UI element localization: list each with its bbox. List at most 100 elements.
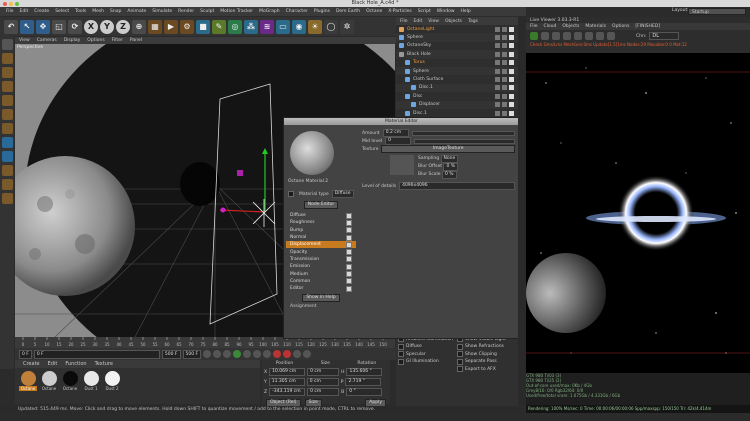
menu-item-motion-tracker[interactable]: Motion Tracker <box>220 9 253 14</box>
close-window-button[interactable] <box>3 1 7 6</box>
channel-displacement[interactable]: Displacement <box>286 241 356 249</box>
lock-icon[interactable] <box>585 32 593 40</box>
position-field[interactable]: -343.119 cm <box>269 388 306 396</box>
amount-field[interactable]: 0.2 cm <box>382 129 409 137</box>
array-icon[interactable]: ⁂ <box>244 19 258 34</box>
live-viewer-menu-file[interactable]: File <box>530 24 538 29</box>
region-icon[interactable] <box>596 32 604 40</box>
pick-focus-icon[interactable] <box>607 32 615 40</box>
object-row[interactable]: Disc <box>396 92 518 100</box>
channel-editor[interactable]: Editor <box>286 285 356 292</box>
size-field[interactable]: 0 cm <box>307 388 340 396</box>
object-row[interactable]: OctaneLight <box>396 25 518 33</box>
live-viewer-menu-cloud[interactable]: Cloud <box>544 24 557 29</box>
tag-icon[interactable] <box>509 51 514 57</box>
solo-icon[interactable] <box>1 193 13 204</box>
channel-roughness[interactable]: Roughness <box>286 219 356 226</box>
material-thumbnail[interactable]: Octane <box>19 371 37 391</box>
tag-icon[interactable] <box>502 60 507 66</box>
attribute-checkbox[interactable] <box>457 351 463 358</box>
rotation-field[interactable]: 2.719 ° <box>345 378 382 386</box>
side-tabs[interactable] <box>518 17 526 406</box>
channel-medium[interactable]: Medium <box>286 270 356 278</box>
rotation-field[interactable]: 0 ° <box>346 388 383 396</box>
object-row[interactable]: Black Hole <box>396 50 518 59</box>
next-frame-icon[interactable] <box>243 350 252 358</box>
attribute-option[interactable]: Show Clipping <box>457 351 516 359</box>
menu-item-animate[interactable]: Animate <box>127 9 146 14</box>
move-tool-icon[interactable]: ✥ <box>36 19 50 34</box>
next-key-icon[interactable] <box>253 350 262 358</box>
attribute-checkbox[interactable] <box>457 366 463 373</box>
render-view-icon[interactable]: ▦ <box>148 19 162 34</box>
menu-item-window[interactable]: Window <box>437 9 455 14</box>
make-editable-icon[interactable] <box>1 39 13 50</box>
black-hole[interactable] <box>180 162 220 206</box>
tag-icon[interactable] <box>495 35 500 41</box>
tag-icon[interactable] <box>495 60 500 66</box>
position-key-icon[interactable] <box>303 350 312 358</box>
tag-icon[interactable] <box>509 85 514 91</box>
xparticles-icon[interactable]: ✲ <box>340 19 354 34</box>
autokey-icon[interactable] <box>283 350 292 358</box>
tag-icon[interactable] <box>509 60 514 66</box>
tag-icon[interactable] <box>502 102 507 108</box>
mid-level-field[interactable]: 0 <box>385 137 412 145</box>
viewport-menu-cameras[interactable]: Cameras <box>37 38 57 43</box>
texture-thumbnail[interactable] <box>390 155 414 175</box>
tag-icon[interactable] <box>495 26 500 32</box>
viewport-menu-view[interactable]: View <box>19 38 30 43</box>
live-viewer-menu-finished[interactable]: [FINISHED] <box>635 24 660 29</box>
channel-diffuse[interactable]: Diffuse <box>286 212 356 219</box>
tag-icon[interactable] <box>509 93 514 99</box>
material-menu-edit[interactable]: Edit <box>48 361 58 367</box>
settings-icon[interactable] <box>574 32 582 40</box>
material-type-select[interactable]: Diffuse <box>331 190 354 198</box>
tag-icon[interactable] <box>495 110 500 116</box>
menu-item-help[interactable]: Help <box>461 9 471 14</box>
menu-item-x-particles[interactable]: X-Particles <box>388 9 411 14</box>
tag-icon[interactable] <box>495 77 500 83</box>
channel-enable-checkbox[interactable] <box>346 241 352 248</box>
previous-key-icon[interactable] <box>213 350 222 358</box>
zoom-window-button[interactable] <box>15 1 19 6</box>
tag-icon[interactable] <box>502 110 507 116</box>
attribute-option[interactable]: Show Refractions <box>457 343 516 351</box>
camera-icon[interactable]: ◉ <box>292 19 306 34</box>
live-viewer-menu-options[interactable]: Options <box>612 24 629 29</box>
tag-icon[interactable] <box>502 93 507 99</box>
channel-transmission[interactable]: Transmission <box>286 256 356 263</box>
material-thumbnail[interactable]: Octane <box>40 371 58 391</box>
material-type-checkbox[interactable] <box>288 191 294 197</box>
object-row[interactable]: Sphere <box>396 33 518 42</box>
material-thumbnail[interactable]: Octane <box>61 371 79 391</box>
channel-enable-checkbox[interactable] <box>346 285 352 292</box>
spline-pen-icon[interactable]: ✎ <box>212 19 226 34</box>
channel-enable-checkbox[interactable] <box>346 212 352 219</box>
object-menu-edit[interactable]: Edit <box>414 19 423 24</box>
channel-select[interactable]: DL <box>649 32 680 40</box>
channel-enable-checkbox[interactable] <box>346 256 352 263</box>
record-icon[interactable] <box>273 350 282 358</box>
object-row[interactable]: Sphere <box>396 66 518 76</box>
minimize-window-button[interactable] <box>9 1 13 6</box>
enable-axis-icon[interactable] <box>1 137 13 148</box>
max-frame-field[interactable]: 500 F <box>161 349 181 359</box>
tag-icon[interactable] <box>509 35 514 41</box>
menu-item-file[interactable]: File <box>6 9 14 14</box>
deformer-icon[interactable]: ≋ <box>260 19 274 34</box>
tag-icon[interactable] <box>509 26 514 32</box>
viewport-menu-panel[interactable]: Panel <box>130 38 142 43</box>
channel-enable-checkbox[interactable] <box>346 271 352 278</box>
render-canvas[interactable] <box>526 53 750 373</box>
object-menu-file[interactable]: File <box>400 19 408 24</box>
tag-icon[interactable] <box>509 77 514 83</box>
send-scene-icon[interactable] <box>530 32 538 40</box>
material-menu-texture[interactable]: Texture <box>95 361 113 367</box>
attribute-checkbox[interactable] <box>398 343 404 350</box>
octane-icon[interactable]: ◯ <box>324 19 338 34</box>
live-viewer-menu-objects[interactable]: Objects <box>562 24 579 29</box>
tag-icon[interactable] <box>502 51 507 57</box>
menu-item-sculpt[interactable]: Sculpt <box>200 9 214 14</box>
menu-item-render[interactable]: Render <box>178 9 194 14</box>
